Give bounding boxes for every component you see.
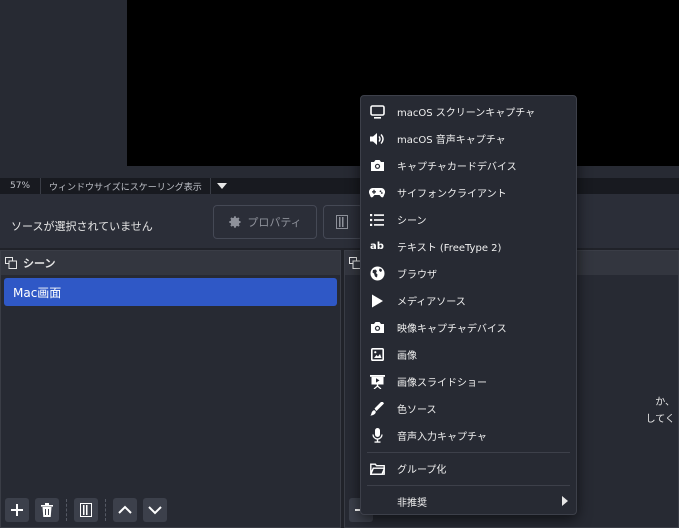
preview-background xyxy=(0,166,679,178)
menu-item-label: ブラウザ xyxy=(397,270,437,281)
menu-item-deprecated[interactable]: 非推奨 xyxy=(361,488,576,515)
menu-item-label: macOS スクリーンキャプチャ xyxy=(397,108,536,119)
menu-item-color-source[interactable]: 色ソース xyxy=(361,395,576,422)
scale-mode-label[interactable]: ウィンドウサイズにスケーリング表示 xyxy=(41,178,211,194)
menu-item-label: 色ソース xyxy=(397,405,437,416)
menu-item-syphon-client[interactable]: サイフォンクライアント xyxy=(361,179,576,206)
menu-item-group[interactable]: グループ化 xyxy=(361,455,576,482)
preview-status-bar: 57% ウィンドウサイズにスケーリング表示 xyxy=(0,178,679,194)
scene-item[interactable]: Mac画面 xyxy=(4,278,337,306)
submenu-arrow-icon xyxy=(562,496,568,506)
menu-item-media-source[interactable]: メディアソース xyxy=(361,287,576,314)
obs-window: 57% ウィンドウサイズにスケーリング表示 ソースが選択されていません プロパテ… xyxy=(0,0,679,528)
properties-label: プロパティ xyxy=(247,216,302,229)
menu-item-image-slideshow[interactable]: 画像スライドショー xyxy=(361,368,576,395)
menu-item-label: 非推奨 xyxy=(397,498,427,509)
preview-background xyxy=(0,0,127,166)
menu-separator xyxy=(367,452,570,453)
move-scene-up-button[interactable] xyxy=(113,498,137,522)
blank-icon xyxy=(369,494,385,510)
scene-filters-button[interactable] xyxy=(74,498,98,522)
no-source-selected-label: ソースが選択されていません xyxy=(11,220,153,233)
text-ab-icon: ab xyxy=(370,241,384,252)
menu-separator xyxy=(367,485,570,486)
camera-icon xyxy=(369,158,385,174)
scenes-toolbar xyxy=(5,498,167,522)
slideshow-icon xyxy=(369,374,385,390)
menu-item-image[interactable]: 画像 xyxy=(361,341,576,368)
menu-item-video-capture-device[interactable]: 映像キャプチャデバイス xyxy=(361,314,576,341)
chevron-down-icon xyxy=(148,506,162,515)
menu-item-label: 画像 xyxy=(397,351,417,362)
zoom-level: 57% xyxy=(0,178,42,194)
dock-float-icon[interactable] xyxy=(5,257,17,269)
hint-line: してく xyxy=(645,414,675,425)
filters-button[interactable] xyxy=(323,205,363,239)
speaker-icon xyxy=(369,131,385,147)
globe-icon xyxy=(369,266,385,282)
menu-item-browser[interactable]: ブラウザ xyxy=(361,260,576,287)
move-scene-down-button[interactable] xyxy=(143,498,167,522)
menu-item-label: macOS 音声キャプチャ xyxy=(397,135,506,146)
sources-empty-hint: か、 してく xyxy=(646,394,675,428)
add-scene-button[interactable] xyxy=(5,498,29,522)
menu-item-label: 映像キャプチャデバイス xyxy=(397,324,507,335)
trash-icon xyxy=(41,503,53,517)
menu-item-label: 画像スライドショー xyxy=(397,378,487,389)
hint-line: か、 xyxy=(655,397,675,408)
monitor-icon xyxy=(369,104,385,120)
menu-item-label: メディアソース xyxy=(397,297,466,308)
camera-icon xyxy=(369,320,385,336)
filter-icon xyxy=(336,215,348,229)
image-icon xyxy=(369,347,385,363)
toolbar-separator xyxy=(66,499,67,521)
menu-item-label: テキスト (FreeType 2) xyxy=(397,243,502,254)
menu-item-label: 音声入力キャプチャ xyxy=(397,432,487,443)
brush-icon xyxy=(369,401,385,417)
properties-button[interactable]: プロパティ xyxy=(213,205,317,239)
menu-item-macos-screen-capture[interactable]: macOS スクリーンキャプチャ xyxy=(361,98,576,125)
menu-item-capture-card-device[interactable]: キャプチャカードデバイス xyxy=(361,152,576,179)
scale-mode-dropdown-button[interactable] xyxy=(211,178,233,194)
scenes-dock: シーン Mac画面 xyxy=(0,250,341,528)
menu-item-label: サイフォンクライアント xyxy=(397,189,507,200)
menu-item-label: シーン xyxy=(397,216,427,227)
menu-item-label: グループ化 xyxy=(397,465,447,476)
menu-item-label: キャプチャカードデバイス xyxy=(397,162,517,173)
toolbar-separator xyxy=(105,499,106,521)
filter-icon xyxy=(80,503,92,517)
play-icon xyxy=(369,293,385,309)
add-source-menu: macOS スクリーンキャプチャ macOS 音声キャプチャ キャプチャカードデ… xyxy=(360,95,577,515)
folder-icon xyxy=(369,461,385,477)
scenes-title: シーン xyxy=(23,257,56,270)
list-icon xyxy=(369,212,385,228)
remove-scene-button[interactable] xyxy=(35,498,59,522)
chevron-down-icon xyxy=(216,183,227,189)
menu-item-audio-input-capture[interactable]: 音声入力キャプチャ xyxy=(361,422,576,449)
menu-item-scene[interactable]: シーン xyxy=(361,206,576,233)
gamepad-icon xyxy=(369,185,385,201)
menu-item-macos-audio-capture[interactable]: macOS 音声キャプチャ xyxy=(361,125,576,152)
chevron-up-icon xyxy=(118,505,132,514)
gear-icon xyxy=(228,215,242,229)
menu-item-text-freetype2[interactable]: ab テキスト (FreeType 2) xyxy=(361,233,576,260)
plus-icon xyxy=(11,504,23,516)
microphone-icon xyxy=(369,428,385,444)
scenes-dock-title: シーン xyxy=(1,251,340,275)
